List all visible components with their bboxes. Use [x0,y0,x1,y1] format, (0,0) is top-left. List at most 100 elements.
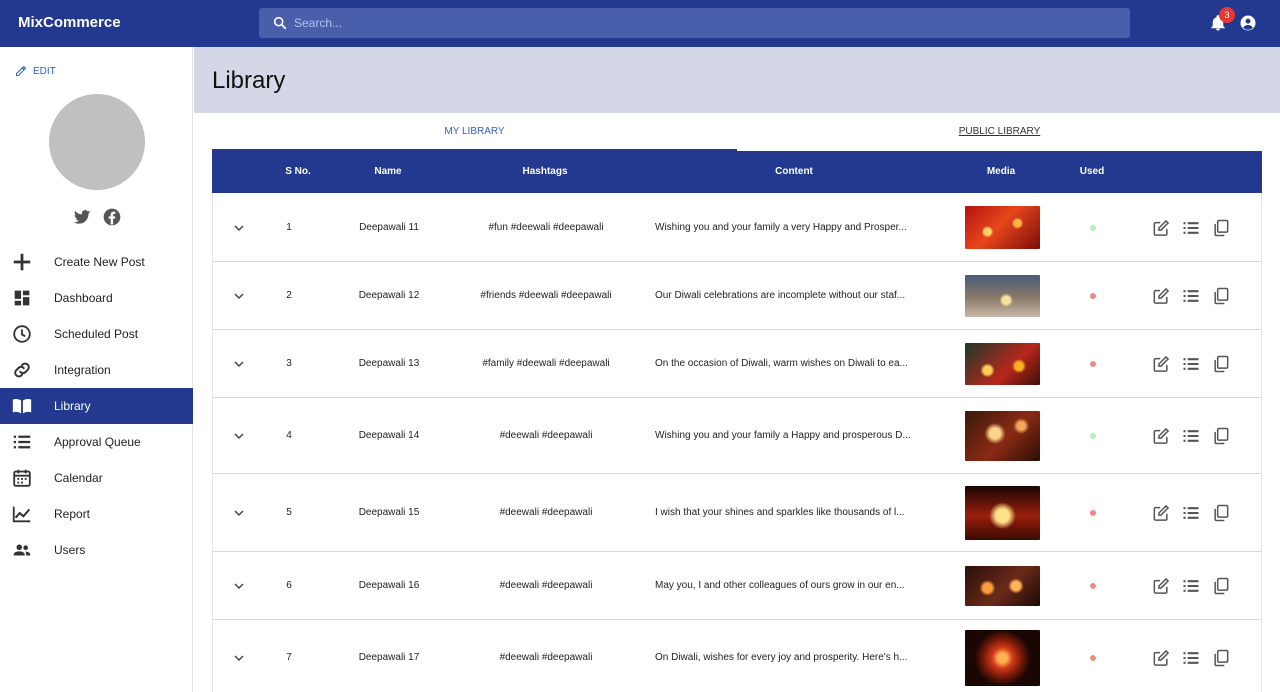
details-list-icon[interactable] [1181,576,1201,596]
sidebar-item-label: Dashboard [54,291,113,305]
tab-public-library[interactable]: PUBLIC LIBRARY [737,113,1262,151]
facebook-icon[interactable] [102,207,122,227]
edit-icon[interactable] [1151,648,1171,668]
used-status-dot [1090,293,1096,299]
sidebar-item-label: Calendar [54,471,103,485]
table-row[interactable]: 1 Deepawali 11 #fun #deewali #deepawali … [212,193,1262,262]
cell-content: Wishing you and your family a very Happy… [655,221,907,233]
table-row[interactable]: 2 Deepawali 12 #friends #deewali #deepaw… [212,262,1262,330]
edit-icon[interactable] [1151,576,1171,596]
cell-name: Deepawali 14 [358,430,420,441]
sidebar-item-scheduled-post[interactable]: Scheduled Post [0,316,193,352]
details-list-icon[interactable] [1181,648,1201,668]
sidebar-item-label: Library [54,399,91,413]
details-list-icon[interactable] [1181,354,1201,374]
cell-hashtags: #friends #deewali #deepawali [480,290,612,301]
table-row[interactable]: 6 Deepawali 16 #deewali #deepawali May y… [212,552,1262,620]
library-table: S No. Name Hashtags Content Media Used 1… [212,151,1262,692]
expand-row-chevron-icon[interactable] [231,356,247,372]
media-thumbnail[interactable] [965,206,1040,249]
cell-content: On Diwali, wishes for every joy and pros… [655,652,908,663]
clock-icon [13,325,31,343]
used-status-dot [1090,583,1096,589]
sidebar-item-integration[interactable]: Integration [0,352,193,388]
expand-row-chevron-icon[interactable] [231,288,247,304]
edit-icon[interactable] [1151,286,1171,306]
expand-row-chevron-icon[interactable] [231,578,247,594]
details-list-icon[interactable] [1181,426,1201,446]
sidebar-item-users[interactable]: Users [0,532,193,568]
edit-profile-button[interactable]: EDIT [15,65,56,77]
details-list-icon[interactable] [1181,286,1201,306]
expand-row-chevron-icon[interactable] [231,220,247,236]
cell-name: Deepawali 13 [358,358,420,369]
sidebar-item-label: Integration [54,363,111,377]
media-thumbnail[interactable] [965,275,1040,317]
edit-icon[interactable] [1151,426,1171,446]
table-row[interactable]: 4 Deepawali 14 #deewali #deepawali Wishi… [212,398,1262,474]
expand-row-chevron-icon[interactable] [231,505,247,521]
column-header-hashtags[interactable]: Hashtags [465,151,625,193]
cell-sno: 5 [286,507,292,518]
twitter-icon[interactable] [72,207,92,227]
expand-row-chevron-icon[interactable] [231,428,247,444]
book-icon [12,398,32,414]
cell-sno: 3 [286,358,292,369]
cell-hashtags: #family #deewali #deepawali [482,358,610,369]
sidebar-item-label: Users [54,543,86,557]
cell-name: Deepawali 17 [358,652,420,663]
copy-icon[interactable] [1211,354,1231,374]
sidebar-item-label: Scheduled Post [54,327,139,341]
table-row[interactable]: 5 Deepawali 15 #deewali #deepawali I wis… [212,474,1262,552]
library-tabs: MY LIBRARY PUBLIC LIBRARY [212,113,1262,151]
list-icon [13,435,31,449]
media-thumbnail[interactable] [965,630,1040,686]
sidebar-item-calendar[interactable]: Calendar [0,460,193,496]
used-status-dot [1090,361,1096,367]
cell-content: Our Diwali celebrations are incomplete w… [655,290,906,301]
media-thumbnail[interactable] [965,411,1040,461]
sidebar-item-report[interactable]: Report [0,496,193,532]
copy-icon[interactable] [1211,218,1231,238]
cell-hashtags: #deewali #deepawali [499,580,593,591]
tab-my-library[interactable]: MY LIBRARY [212,113,737,151]
profile-avatar [49,94,145,190]
brand-title[interactable]: MixCommerce [18,14,121,31]
edit-icon[interactable] [1151,354,1171,374]
column-header-sno[interactable]: S No. [268,151,328,193]
expand-row-chevron-icon[interactable] [231,650,247,666]
column-header-media[interactable]: Media [961,151,1041,193]
media-thumbnail[interactable] [965,566,1040,606]
account-circle-icon[interactable] [1239,14,1257,32]
sidebar-item-label: Approval Queue [54,435,141,449]
used-status-dot [1090,655,1096,661]
sidebar-item-create-new-post[interactable]: Create New Post [0,244,193,280]
sidebar-item-approval-queue[interactable]: Approval Queue [0,424,193,460]
column-header-name[interactable]: Name [338,151,438,193]
search-bar[interactable] [259,8,1130,38]
table-row[interactable]: 3 Deepawali 13 #family #deewali #deepawa… [212,330,1262,398]
copy-icon[interactable] [1211,503,1231,523]
sidebar-item-dashboard[interactable]: Dashboard [0,280,193,316]
copy-icon[interactable] [1211,648,1231,668]
plus-icon [13,253,31,271]
details-list-icon[interactable] [1181,503,1201,523]
column-header-content[interactable]: Content [644,151,944,193]
media-thumbnail[interactable] [965,486,1040,540]
sidebar-item-library[interactable]: Library [0,388,193,424]
details-list-icon[interactable] [1181,218,1201,238]
column-header-used[interactable]: Used [1062,151,1122,193]
copy-icon[interactable] [1211,576,1231,596]
sidebar-nav: Create New Post Dashboard Scheduled Post… [0,244,193,568]
copy-icon[interactable] [1211,286,1231,306]
page-title: Library [212,67,286,94]
table-row[interactable]: 7 Deepawali 17 #deewali #deepawali On Di… [212,620,1262,692]
cell-content: I wish that your shines and sparkles lik… [655,507,905,518]
edit-icon[interactable] [1151,218,1171,238]
search-input[interactable] [294,8,1114,38]
edit-label: EDIT [33,65,56,77]
copy-icon[interactable] [1211,426,1231,446]
cell-name: Deepawali 12 [358,290,420,301]
media-thumbnail[interactable] [965,343,1040,385]
edit-icon[interactable] [1151,503,1171,523]
